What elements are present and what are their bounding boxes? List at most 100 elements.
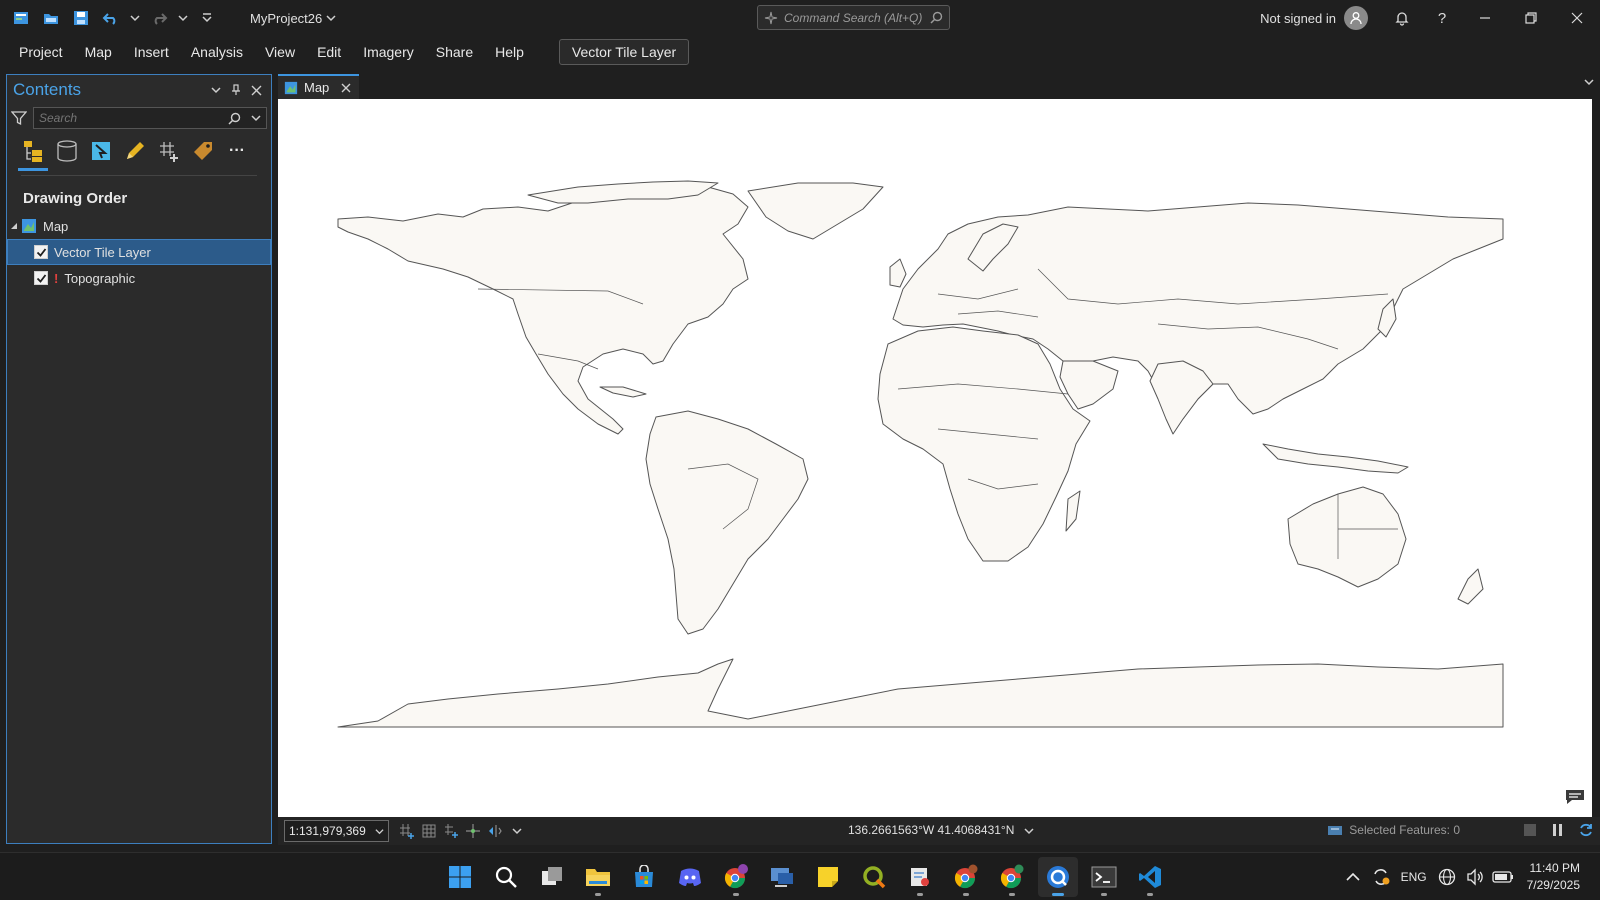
start-button-windows-icon[interactable] — [440, 857, 480, 897]
land-south-america — [645, 410, 809, 635]
tab-edit[interactable]: Edit — [306, 36, 352, 68]
redo-icon[interactable] — [146, 5, 172, 31]
language-indicator[interactable]: ENG — [1395, 863, 1433, 891]
taskbar-search-icon[interactable] — [486, 857, 526, 897]
vscode-icon[interactable] — [1130, 857, 1170, 897]
tab-help[interactable]: Help — [484, 36, 535, 68]
restore-button[interactable] — [1508, 0, 1554, 36]
discord-icon[interactable] — [670, 857, 710, 897]
contents-search-field[interactable] — [33, 107, 267, 129]
sticky-notes-icon[interactable] — [808, 857, 848, 897]
qgis-icon[interactable] — [854, 857, 894, 897]
volume-speaker-icon[interactable] — [1461, 863, 1489, 891]
tab-share[interactable]: Share — [425, 36, 484, 68]
grid-icon[interactable] — [419, 821, 439, 841]
battery-icon[interactable] — [1489, 863, 1517, 891]
project-title-label: MyProject26 — [250, 10, 323, 26]
list-by-snapping-icon[interactable] — [157, 139, 181, 163]
selection-icon — [1328, 826, 1343, 835]
layer-visibility-checkbox[interactable] — [34, 245, 48, 259]
system-tray: ENG 11:40 PM 7/29/2025 — [1339, 853, 1600, 900]
remote-desktop-icon[interactable] — [762, 857, 802, 897]
arcgis-pro-icon[interactable] — [1038, 857, 1078, 897]
redo-dropdown-icon[interactable] — [176, 5, 190, 31]
list-by-selection-icon[interactable] — [89, 139, 113, 163]
map-tips-icon[interactable] — [1564, 786, 1586, 811]
tab-project[interactable]: Project — [8, 36, 74, 68]
project-title[interactable]: MyProject26 — [250, 11, 336, 26]
chrome-profile-s-icon[interactable] — [716, 857, 756, 897]
notifications-bell-icon[interactable] — [1382, 0, 1422, 36]
selected-features-indicator[interactable]: Selected Features: 0 — [1327, 823, 1460, 837]
network-globe-icon[interactable] — [1433, 863, 1461, 891]
show-hidden-icons-chevron-up-icon[interactable] — [1339, 863, 1367, 891]
tab-analysis[interactable]: Analysis — [180, 36, 254, 68]
customize-toolbar-icon[interactable] — [194, 5, 220, 31]
status-options-chevron-icon[interactable] — [507, 821, 527, 841]
more-options-icon[interactable]: ··· — [225, 139, 249, 163]
undo-icon[interactable] — [98, 5, 124, 31]
windows-taskbar: ENG 11:40 PM 7/29/2025 — [0, 852, 1600, 900]
help-icon[interactable]: ? — [1422, 0, 1462, 36]
expand-triangle-icon[interactable] — [9, 221, 19, 231]
task-view-icon[interactable] — [532, 857, 572, 897]
layer-visibility-checkbox[interactable] — [34, 271, 48, 285]
chrome-profile-green-icon[interactable] — [992, 857, 1032, 897]
land-indonesia — [1262, 443, 1409, 474]
tab-insert[interactable]: Insert — [123, 36, 180, 68]
minimize-button[interactable] — [1462, 0, 1508, 36]
coordinate-value: 136.2661563°W 41.4068431°N — [848, 823, 1015, 837]
list-by-labeling-icon[interactable] — [191, 139, 215, 163]
pause-drawing-icon[interactable] — [1548, 820, 1568, 840]
fixed-zoom-icon[interactable] — [397, 821, 417, 841]
warning-exclamation-icon[interactable]: ! — [54, 271, 58, 286]
undo-dropdown-icon[interactable] — [128, 5, 142, 31]
save-project-icon[interactable] — [68, 5, 94, 31]
new-project-icon[interactable] — [8, 5, 34, 31]
filter-icon[interactable] — [11, 110, 27, 126]
list-by-drawing-order-icon[interactable] — [18, 139, 48, 171]
taskbar-clock[interactable]: 11:40 PM 7/29/2025 — [1517, 860, 1600, 894]
navigation-icon[interactable] — [485, 821, 505, 841]
tab-map-view[interactable]: Map — [278, 74, 360, 99]
list-by-editing-icon[interactable] — [123, 139, 147, 163]
clock-time: 11:40 PM — [1529, 861, 1580, 875]
tab-view[interactable]: View — [254, 36, 306, 68]
layer-row-topographic[interactable]: ! Topographic — [7, 265, 271, 291]
close-tab-icon[interactable] — [341, 83, 351, 93]
snapping-icon[interactable] — [441, 821, 461, 841]
tab-map[interactable]: Map — [74, 36, 123, 68]
microsoft-store-icon[interactable] — [624, 857, 664, 897]
sync-status-icon[interactable] — [1367, 863, 1395, 891]
coordinate-readout[interactable]: 136.2661563°W 41.4068431°N — [848, 823, 1034, 837]
crosshair-icon[interactable] — [463, 821, 483, 841]
chrome-profile-icon[interactable] — [946, 857, 986, 897]
tab-imagery[interactable]: Imagery — [352, 36, 425, 68]
land-madagascar — [1065, 490, 1081, 532]
search-options-chevron-icon[interactable] — [251, 113, 261, 123]
list-by-data-source-icon[interactable] — [55, 139, 79, 163]
user-avatar-icon[interactable] — [1344, 6, 1368, 30]
close-window-button[interactable] — [1554, 0, 1600, 36]
sign-in-status[interactable]: Not signed in — [1260, 11, 1336, 26]
snipping-tool-icon[interactable] — [900, 857, 940, 897]
pin-icon[interactable] — [227, 81, 245, 99]
tab-vector-tile-layer[interactable]: Vector Tile Layer — [558, 39, 690, 65]
terminal-icon[interactable] — [1084, 857, 1124, 897]
title-bar: MyProject26 Command Search (Alt+Q) Not s… — [0, 0, 1600, 36]
refresh-icon[interactable] — [1576, 820, 1596, 840]
contents-search-input[interactable] — [39, 111, 228, 125]
tab-list-chevron-icon[interactable] — [1584, 77, 1594, 90]
tree-item-map[interactable]: Map — [7, 213, 271, 239]
scale-selector[interactable]: 1:131,979,369 — [284, 820, 389, 842]
clear-selection-icon[interactable] — [1520, 820, 1540, 840]
command-search-input[interactable]: Command Search (Alt+Q) — [757, 5, 950, 30]
chevron-down-icon — [326, 15, 336, 22]
land-australia — [1287, 486, 1407, 588]
file-explorer-icon[interactable] — [578, 857, 618, 897]
open-project-icon[interactable] — [38, 5, 64, 31]
pane-options-chevron-icon[interactable] — [207, 81, 225, 99]
layer-row-vector-tile-layer[interactable]: Vector Tile Layer — [7, 239, 271, 265]
map-canvas[interactable] — [278, 99, 1592, 817]
close-pane-icon[interactable] — [247, 81, 265, 99]
